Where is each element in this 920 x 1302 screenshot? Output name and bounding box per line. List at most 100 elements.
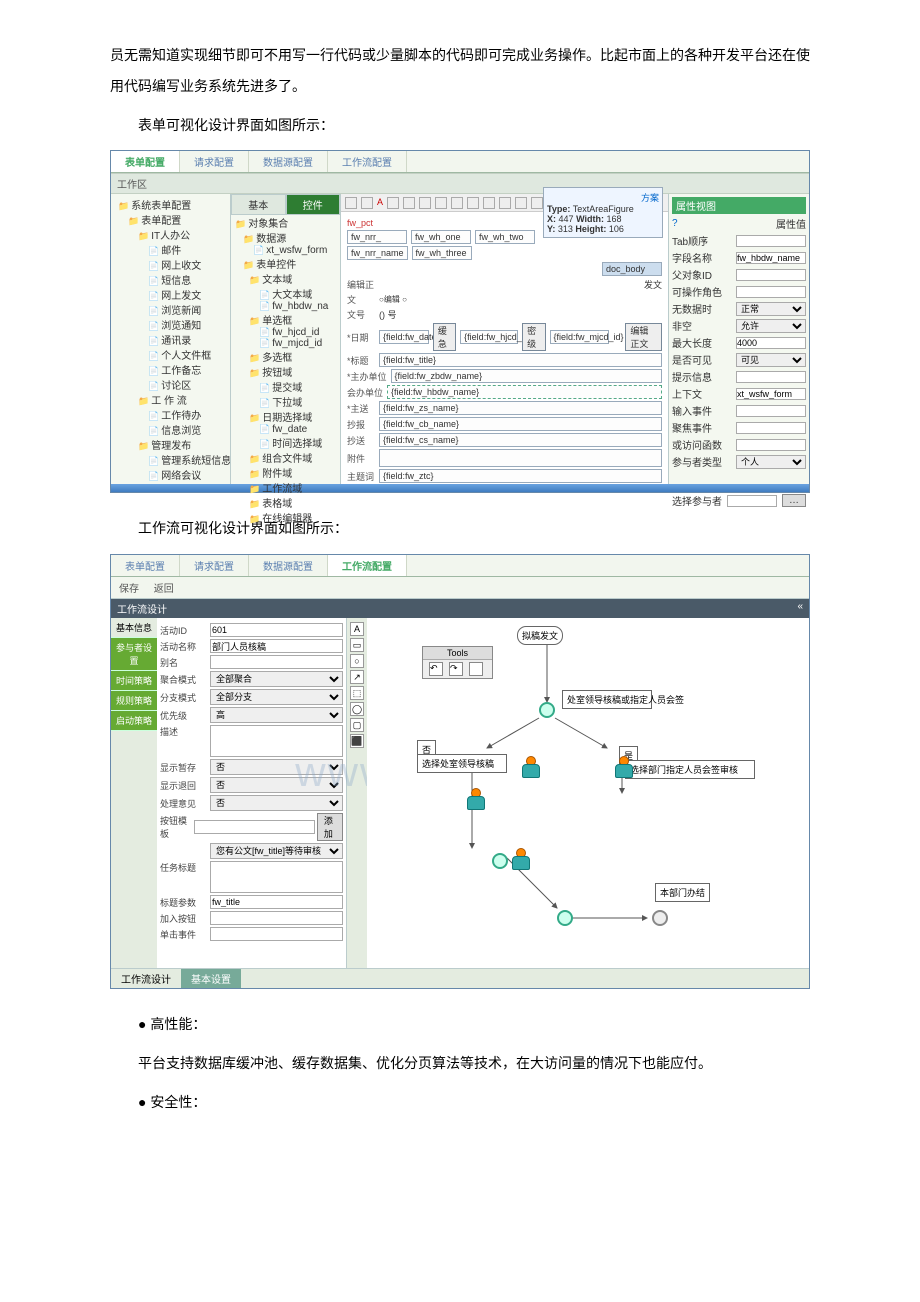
fld[interactable]: {field:fw_cb_name} <box>379 417 662 431</box>
add-button[interactable]: 添加 <box>317 813 343 841</box>
activity-name-input[interactable] <box>210 639 343 653</box>
side-tab-start[interactable]: 启动策略 <box>111 711 157 731</box>
alias-input[interactable] <box>210 655 343 669</box>
tree-item[interactable]: 网上发文 <box>114 287 227 302</box>
prop-input[interactable] <box>736 252 806 264</box>
prop-input[interactable] <box>736 286 806 298</box>
save-button[interactable]: 保存 <box>119 584 139 595</box>
fld[interactable]: {field:fw_hjcd_id} <box>460 330 518 344</box>
ctrl-datasource[interactable]: 数据源 <box>231 230 340 245</box>
tab-datasource-config[interactable]: 数据源配置 <box>249 555 328 576</box>
ctrl-item[interactable]: fw_hjcd_id <box>231 327 340 338</box>
undo-icon[interactable]: ↶ <box>429 662 443 676</box>
palette-tool[interactable]: ◯ <box>350 702 364 716</box>
person-icon[interactable] <box>522 756 540 778</box>
tools-popup[interactable]: Tools ↶↷ <box>422 646 493 679</box>
prop-input[interactable] <box>736 439 806 451</box>
prop-select[interactable]: 正常 <box>736 302 806 316</box>
prop-input[interactable] <box>736 337 806 349</box>
palette-tool[interactable]: ⬚ <box>350 686 364 700</box>
side-tab-basic[interactable]: 基本信息 <box>111 618 157 638</box>
tab-workflow-config[interactable]: 工作流配置 <box>328 555 407 576</box>
ctrl-root[interactable]: 对象集合 <box>231 215 340 230</box>
palette-tool[interactable]: ▢ <box>350 718 364 732</box>
ctrl-table[interactable]: 表格域 <box>231 495 340 510</box>
tree-workflow[interactable]: 工 作 流 <box>114 392 227 407</box>
tool-icon[interactable] <box>345 197 357 209</box>
btn-secret[interactable]: 密级 <box>522 323 545 351</box>
tree-item[interactable]: 邮件 <box>114 242 227 257</box>
prop-input[interactable] <box>736 371 806 383</box>
browse-button[interactable]: … <box>782 494 806 507</box>
tab-form-config[interactable]: 表单配置 <box>111 151 180 172</box>
show-back-select[interactable]: 否 <box>210 777 343 793</box>
activity-id-input[interactable] <box>210 623 343 637</box>
wf-gateway[interactable] <box>557 910 573 926</box>
prop-input[interactable] <box>727 495 777 507</box>
tool-icon[interactable] <box>531 197 543 209</box>
tree-item[interactable]: 通讯录 <box>114 332 227 347</box>
btn-urgency[interactable]: 缓急 <box>433 323 456 351</box>
ctrl-item[interactable]: xt_wsfw_form <box>231 245 340 256</box>
person-icon[interactable] <box>615 756 633 778</box>
tree-item[interactable]: 网络会议 <box>114 467 227 482</box>
fld-selected[interactable]: {field:fw_hbdw_name} <box>387 385 662 399</box>
opinion-select[interactable]: 否 <box>210 795 343 811</box>
ctrl-item[interactable]: 提交域 <box>231 379 340 394</box>
tool-icon[interactable] <box>451 197 463 209</box>
ctrl-combo-file[interactable]: 组合文件域 <box>231 450 340 465</box>
tool-icon[interactable] <box>403 197 415 209</box>
title-param-input[interactable] <box>210 895 343 909</box>
palette-tool[interactable]: ↗ <box>350 670 364 684</box>
prop-select[interactable]: 可见 <box>736 353 806 367</box>
redo-icon[interactable]: ↷ <box>449 662 463 676</box>
prop-input[interactable] <box>736 388 806 400</box>
nav-tree[interactable]: 系统表单配置 表单配置 IT人办公 邮件 网上收文 短信息 网上发文 浏览新闻 … <box>111 194 231 484</box>
wf-node[interactable]: 处室领导核稿或指定人员会签 <box>562 690 652 709</box>
wf-end[interactable] <box>652 910 668 926</box>
btn-template-input[interactable] <box>194 820 315 834</box>
agg-select[interactable]: 全部聚合 <box>210 671 343 687</box>
tree-sys-maintain[interactable]: 系统维护 <box>114 482 227 484</box>
prop-input[interactable] <box>736 235 806 247</box>
ctrl-item[interactable]: 时间选择域 <box>231 435 340 450</box>
wf-node[interactable]: 本部门办结 <box>655 883 710 902</box>
side-tab-rule[interactable]: 规则策略 <box>111 691 157 711</box>
tool-icon[interactable] <box>467 197 479 209</box>
bottom-tab-basic-settings[interactable]: 基本设置 <box>181 969 241 988</box>
prop-select[interactable]: 允许 <box>736 319 806 333</box>
wf-node[interactable]: 选择处室领导核稿 <box>417 754 507 773</box>
ctrl-item[interactable]: fw_mjcd_id <box>231 338 340 349</box>
tab-form-config[interactable]: 表单配置 <box>111 555 180 576</box>
tree-item[interactable]: 工作待办 <box>114 407 227 422</box>
ctrl-item[interactable]: fw_date <box>231 424 340 435</box>
tool-icon[interactable]: A <box>377 197 383 209</box>
fld[interactable]: {field:fw_title} <box>379 353 662 367</box>
ctrl-tab-basic[interactable]: 基本 <box>231 194 286 215</box>
add-btn-input[interactable] <box>210 911 343 925</box>
tool-icon[interactable] <box>419 197 431 209</box>
tab-request-config[interactable]: 请求配置 <box>180 555 249 576</box>
tree-item[interactable]: 浏览通知 <box>114 317 227 332</box>
prop-input[interactable] <box>736 422 806 434</box>
side-tab-participant[interactable]: 参与者设置 <box>111 638 157 671</box>
palette-tool[interactable]: A <box>350 622 364 636</box>
ctrl-text[interactable]: 文本域 <box>231 271 340 286</box>
canvas-field[interactable]: fw_wh_one <box>411 230 471 244</box>
tree-item[interactable]: 信息浏览 <box>114 422 227 437</box>
ctrl-button[interactable]: 按钮域 <box>231 364 340 379</box>
bottom-tab-wf-design[interactable]: 工作流设计 <box>111 969 181 988</box>
palette-tool[interactable]: ⬛ <box>350 734 364 748</box>
wf-node-start[interactable]: 拟稿发文 <box>517 626 563 645</box>
tool-icon[interactable] <box>361 197 373 209</box>
fld[interactable]: {field:fw_zs_name} <box>379 401 662 415</box>
canvas-field[interactable]: fw_nrr_ <box>347 230 407 244</box>
canvas-field[interactable]: fw_wh_three <box>412 246 472 260</box>
control-tree[interactable]: 基本 控件 对象集合 数据源 xt_wsfw_form 表单控件 文本域 大文本… <box>231 194 341 484</box>
fld[interactable] <box>379 449 662 467</box>
workflow-canvas[interactable]: 拟稿发文 Tools ↶↷ 处室领导核稿或指定人员会签 否 选择处室领导核稿 是… <box>367 618 809 968</box>
person-icon[interactable] <box>467 788 485 810</box>
fld[interactable]: {field:fw_cs_name} <box>379 433 662 447</box>
doc-body-field[interactable]: doc_body <box>602 262 662 276</box>
fld[interactable]: {field:fw_zbdw_name} <box>391 369 662 383</box>
